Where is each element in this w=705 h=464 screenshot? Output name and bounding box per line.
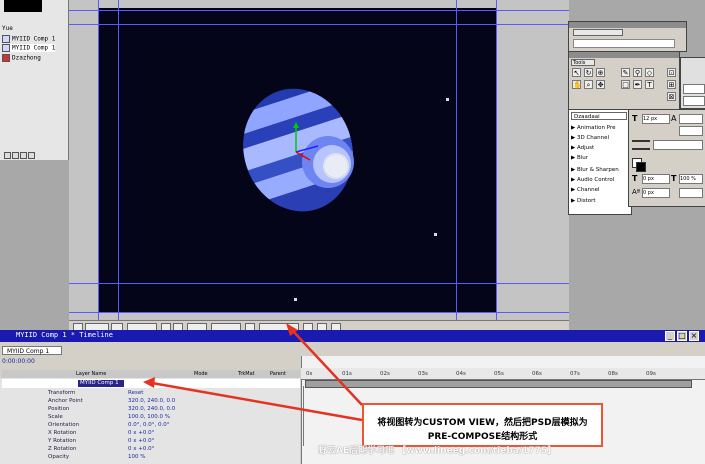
annotation-callout: 将视图转为CUSTOM VIEW，然后把PSD层模拟为 PRE-COMPOSE结… — [362, 403, 603, 447]
annotation-arrows — [143, 323, 363, 422]
watermark-text: 野云AE后期学习吧 【www.lineeg.com/tieba/1775】 — [318, 446, 557, 456]
annotation-line-1: 将视图转为CUSTOM VIEW，然后把PSD层模拟为 — [377, 418, 588, 428]
annotation-line-2: PRE-COMPOSE结构形式 — [427, 432, 538, 442]
